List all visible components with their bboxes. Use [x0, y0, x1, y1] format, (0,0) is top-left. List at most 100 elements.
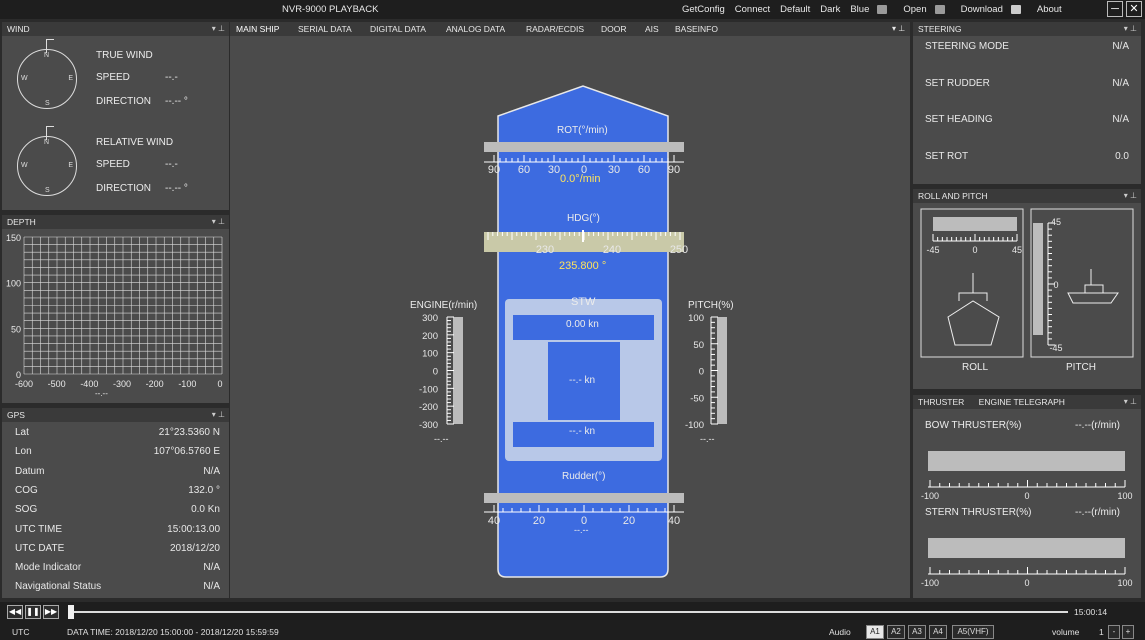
wind-pointer-icon: [46, 39, 54, 53]
pitch-label: PITCH(%): [688, 300, 734, 311]
scale-label: 100: [422, 349, 438, 360]
gps-row-value: 132.0 °: [188, 484, 220, 496]
gps-row-value: 15:00:13.00: [167, 523, 220, 535]
pin-icon[interactable]: ▾ ⊥: [1124, 22, 1137, 36]
engine-value: --.--: [434, 434, 449, 444]
menu-default[interactable]: Default: [780, 4, 810, 15]
pause-button[interactable]: ❚❚: [25, 605, 41, 619]
channel-a5-vhf-button[interactable]: A5(VHF): [952, 625, 994, 639]
gps-row: UTC TIME 15:00:13.00: [15, 524, 220, 535]
channel-a4-button[interactable]: A4: [929, 625, 947, 639]
depth-panel-title: DEPTH ▾ ⊥: [2, 215, 229, 229]
stw-bottom-value: --.- kn: [569, 426, 596, 437]
tab-engine-telegraph[interactable]: ENGINE TELEGRAPH: [979, 397, 1065, 407]
hdg-label: 250: [670, 244, 688, 256]
menu-blue-label: Blue: [850, 4, 870, 15]
pin-icon[interactable]: ▾ ⊥: [1124, 395, 1137, 409]
gps-row-value: 0.0 Kn: [191, 504, 220, 516]
gps-row: Datum N/A: [15, 466, 220, 477]
tab-serial-data[interactable]: SERIAL DATA: [298, 22, 352, 36]
volume-label: volume: [1052, 627, 1080, 637]
volume-down-button[interactable]: -: [1108, 625, 1120, 639]
scale-label: 100: [688, 313, 704, 324]
tab-analog-data[interactable]: ANALOG DATA: [446, 22, 505, 36]
gps-row-value: 107°06.5760 E: [153, 446, 220, 458]
download-icon: [934, 5, 945, 14]
roll-pitch-panel: ROLL AND PITCH ▾ ⊥ -45 0 45 45 0 -45 ROLL PIT…: [913, 189, 1141, 389]
menu-blue[interactable]: Blue: [850, 4, 893, 15]
tab-thruster[interactable]: THRUSTER: [918, 397, 964, 407]
pin-icon[interactable]: ▾ ⊥: [1124, 189, 1137, 203]
steering-panel-title: STEERING ▾ ⊥: [913, 22, 1141, 36]
pitch-bar: [717, 317, 727, 424]
gps-row-label: UTC DATE: [15, 542, 65, 554]
timeline-track[interactable]: [70, 611, 1068, 613]
scale-label: 20: [623, 515, 635, 527]
menu-download-label: Download: [960, 4, 1003, 15]
menu-connect[interactable]: Connect: [735, 4, 770, 15]
bow-thruster-bar: [928, 451, 1125, 471]
depth-y-ticks: 150100500: [6, 233, 21, 380]
stw-label: STW: [571, 296, 596, 308]
tab-door[interactable]: DOOR: [601, 22, 627, 36]
thruster-panel: THRUSTER ENGINE TELEGRAPH ▾ ⊥ BOW THRUST…: [913, 395, 1141, 598]
channel-a3-button[interactable]: A3: [908, 625, 926, 639]
menu-open[interactable]: Open: [903, 4, 950, 15]
wind-pointer-icon: [46, 126, 54, 140]
pin-icon[interactable]: ▾ ⊥: [212, 408, 225, 422]
menu-download[interactable]: Download: [961, 4, 1027, 15]
ship-side-icon: [1067, 292, 1119, 304]
forward-button[interactable]: ▶▶: [43, 605, 59, 619]
scale-label: -50: [690, 393, 704, 404]
thruster-tick-label: -100: [921, 578, 939, 588]
pin-icon[interactable]: ▾ ⊥: [212, 215, 225, 229]
channel-a2-button[interactable]: A2: [887, 625, 905, 639]
menu-dark[interactable]: Dark: [820, 4, 840, 15]
steering-row-label: SET ROT: [925, 151, 969, 163]
compass-n: N: [44, 52, 50, 59]
steering-row: STEERING MODE N/A: [925, 41, 1129, 52]
compass-w: W: [21, 162, 28, 169]
depth-x-tick: -600: [15, 379, 33, 389]
ship-front-icon: [947, 300, 1000, 346]
compass-e: E: [68, 162, 73, 169]
menu-getconfig[interactable]: GetConfig: [682, 4, 725, 15]
tab-digital-data[interactable]: DIGITAL DATA: [370, 22, 426, 36]
steering-row-label: STEERING MODE: [925, 41, 1009, 52]
gps-row-label: Mode Indicator: [15, 562, 82, 574]
close-button[interactable]: ✕: [1126, 1, 1142, 17]
engine-label: ENGINE(r/min): [410, 300, 478, 311]
scale-label: 300: [422, 313, 438, 324]
depth-x-tick: 0: [217, 379, 222, 389]
gps-row-label: SOG: [15, 504, 38, 516]
app-title: NVR-9000 PLAYBACK: [282, 4, 379, 15]
gps-row: COG 132.0 °: [15, 485, 220, 496]
pin-icon[interactable]: ▾ ⊥: [892, 22, 905, 36]
gps-row: UTC DATE 2018/12/20: [15, 543, 220, 554]
thruster-tick-label: 0: [1024, 578, 1029, 588]
wind-title-text: WIND: [7, 24, 30, 34]
tab-ais[interactable]: AIS: [645, 22, 659, 36]
scale-label: -100: [419, 384, 438, 395]
minimize-button[interactable]: ─: [1107, 1, 1123, 17]
tab-baseinfo[interactable]: BASEINFO: [675, 22, 718, 36]
roll-pitch-title-text: ROLL AND PITCH: [918, 191, 988, 201]
gps-row-value: N/A: [203, 562, 220, 574]
depth-x-tick: -500: [48, 379, 66, 389]
menu-about[interactable]: About: [1037, 4, 1062, 15]
timeline-handle[interactable]: [68, 605, 74, 619]
tab-main-ship[interactable]: MAIN SHIP: [236, 22, 279, 36]
rewind-button[interactable]: ◀◀: [7, 605, 23, 619]
pin-icon[interactable]: ▾ ⊥: [212, 22, 225, 36]
channel-a1-button[interactable]: A1: [866, 625, 884, 639]
depth-x-ticks: -600 -500 -400 -300 -200 -100 0: [15, 379, 223, 389]
gps-row-label: Navigational Status: [15, 581, 102, 593]
compass-n: N: [44, 139, 50, 146]
roll-tick-label: 0: [972, 245, 977, 255]
volume-up-button[interactable]: +: [1122, 625, 1134, 639]
roll-pitch-panel-title: ROLL AND PITCH ▾ ⊥: [913, 189, 1141, 203]
true-wind-speed-value: --.-: [165, 72, 178, 83]
relative-wind-title: RELATIVE WIND: [96, 137, 174, 148]
tab-radar-ecdis[interactable]: RADAR/ECDIS: [526, 22, 584, 36]
pitch-scale: 45 0 -45: [1048, 217, 1063, 353]
